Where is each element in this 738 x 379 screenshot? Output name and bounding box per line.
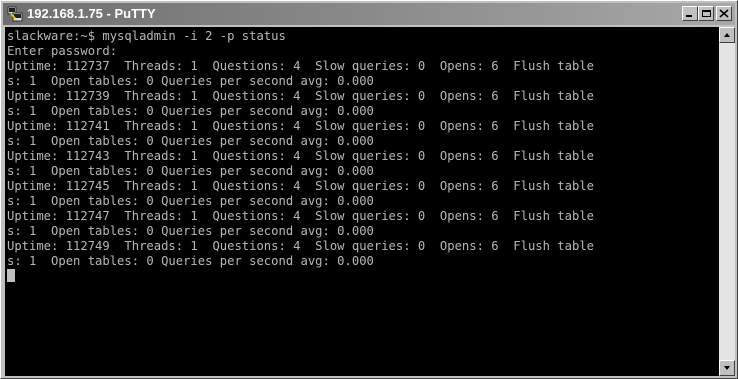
terminal-line: s: 1 Open tables: 0 Queries per second a… — [7, 74, 374, 88]
text-cursor — [7, 269, 15, 282]
putty-icon[interactable] — [7, 6, 23, 22]
terminal-line: s: 1 Open tables: 0 Queries per second a… — [7, 254, 374, 268]
window-title: 192.168.1.75 - PuTTY — [27, 6, 156, 21]
terminal-output: slackware:~$ mysqladmin -i 2 -p status E… — [7, 29, 594, 284]
minimize-icon — [686, 15, 692, 17]
putty-window: 192.168.1.75 - PuTTY slackware:~$ mysqla… — [0, 0, 738, 379]
terminal-line: s: 1 Open tables: 0 Queries per second a… — [7, 104, 374, 118]
terminal-line: s: 1 Open tables: 0 Queries per second a… — [7, 224, 374, 238]
terminal-line: Uptime: 112749 Threads: 1 Questions: 4 S… — [7, 239, 594, 253]
close-button[interactable] — [716, 6, 732, 21]
terminal-line: s: 1 Open tables: 0 Queries per second a… — [7, 164, 374, 178]
scroll-down-button[interactable] — [719, 360, 735, 376]
restore-icon — [702, 10, 711, 17]
terminal-cursor-line — [7, 269, 594, 284]
scroll-down-arrow-icon — [724, 366, 730, 370]
window-controls — [682, 6, 732, 22]
terminal-screen[interactable]: slackware:~$ mysqladmin -i 2 -p status E… — [5, 27, 719, 376]
minimize-button[interactable] — [682, 6, 698, 21]
terminal-line: Uptime: 112741 Threads: 1 Questions: 4 S… — [7, 119, 594, 133]
title-bar[interactable]: 192.168.1.75 - PuTTY — [3, 3, 735, 25]
restore-button[interactable] — [698, 6, 714, 21]
terminal-line: Uptime: 112747 Threads: 1 Questions: 4 S… — [7, 209, 594, 223]
terminal-line: Enter password: — [7, 44, 118, 58]
terminal-line: slackware:~$ mysqladmin -i 2 -p status — [7, 29, 286, 43]
terminal-line: Uptime: 112739 Threads: 1 Questions: 4 S… — [7, 89, 594, 103]
terminal-line: s: 1 Open tables: 0 Queries per second a… — [7, 194, 374, 208]
terminal-line: Uptime: 112743 Threads: 1 Questions: 4 S… — [7, 149, 594, 163]
close-icon — [719, 9, 729, 18]
vertical-scrollbar[interactable] — [719, 27, 735, 376]
terminal-line: Uptime: 112745 Threads: 1 Questions: 4 S… — [7, 179, 594, 193]
terminal-line: Uptime: 112737 Threads: 1 Questions: 4 S… — [7, 59, 594, 73]
scroll-up-arrow-icon — [724, 33, 730, 37]
scroll-up-button[interactable] — [719, 27, 735, 43]
terminal-line: s: 1 Open tables: 0 Queries per second a… — [7, 134, 374, 148]
